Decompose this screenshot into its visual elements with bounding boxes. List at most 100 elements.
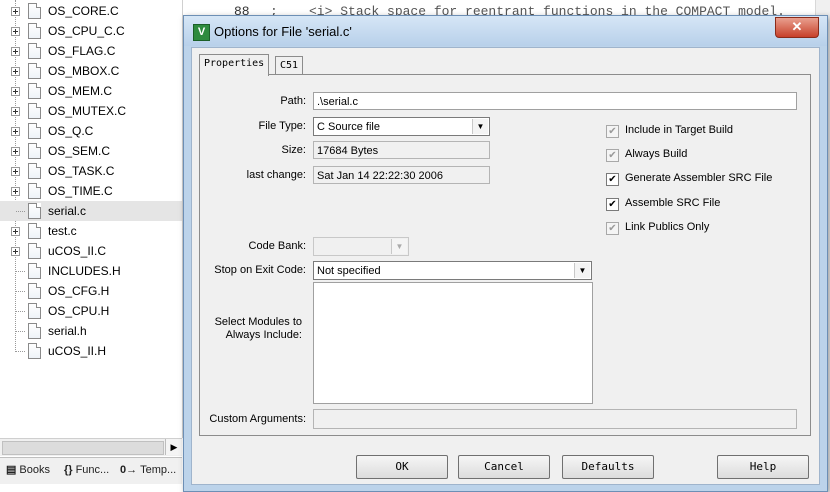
path-label: Path: xyxy=(280,95,306,107)
path-field[interactable]: .\serial.c xyxy=(313,92,797,110)
tree-item[interactable]: OS_FLAG.C xyxy=(0,41,182,61)
project-tab-books[interactable]: ▤ Books xyxy=(6,461,50,479)
file-icon xyxy=(28,143,41,159)
expand-plus-icon[interactable] xyxy=(11,187,20,196)
dropdown-arrow-icon[interactable]: ▼ xyxy=(574,263,590,278)
dropdown-arrow-icon: ▼ xyxy=(391,239,407,254)
checkbox-label: Assemble SRC File xyxy=(625,197,721,209)
expand-plus-icon[interactable] xyxy=(11,47,20,56)
tree-item[interactable]: OS_TIME.C xyxy=(0,181,182,201)
tree-item[interactable]: uCOS_II.C xyxy=(0,241,182,261)
tree-item[interactable]: test.c xyxy=(0,221,182,241)
ok-button[interactable]: OK xyxy=(356,455,448,479)
tree-item[interactable]: OS_Q.C xyxy=(0,121,182,141)
file-icon xyxy=(28,303,41,319)
tree-item[interactable]: OS_CPU_C.C xyxy=(0,21,182,41)
dialog-client: Properties C51 Path: .\serial.c File Typ… xyxy=(191,47,820,485)
tree-item[interactable]: OS_MEM.C xyxy=(0,81,182,101)
stop-on-exit-code-select[interactable]: Not specified ▼ xyxy=(313,261,592,280)
tree-item[interactable]: uCOS_II.H xyxy=(0,341,182,361)
cancel-button[interactable]: Cancel xyxy=(458,455,550,479)
expand-plus-icon[interactable] xyxy=(11,167,20,176)
tree-item[interactable]: OS_TASK.C xyxy=(0,161,182,181)
project-tab-func[interactable]: {} Func... xyxy=(64,461,109,479)
options-dialog: V Options for File 'serial.c' ✕ Properti… xyxy=(183,15,828,492)
tree-item-label: OS_MUTEX.C xyxy=(48,104,127,118)
tree-item[interactable]: serial.c xyxy=(0,201,182,221)
tree-item-label: OS_TIME.C xyxy=(48,184,113,198)
tree-item-label: OS_CPU_C.C xyxy=(48,24,125,38)
tree-item[interactable]: OS_MBOX.C xyxy=(0,61,182,81)
tree-item-label: INCLUDES.H xyxy=(48,264,121,278)
tab-c51[interactable]: C51 xyxy=(275,56,304,75)
stop-on-exit-code-value: Not specified xyxy=(317,265,381,277)
tree-connector-line xyxy=(16,271,25,272)
tree-item-label: uCOS_II.H xyxy=(48,344,107,358)
tab-properties[interactable]: Properties xyxy=(199,54,270,76)
tree-item-label: OS_CORE.C xyxy=(48,4,119,18)
dialog-titlebar[interactable]: V Options for File 'serial.c' ✕ xyxy=(184,16,827,46)
select-modules-listbox[interactable] xyxy=(313,282,593,404)
project-tree[interactable]: OS_CORE.C OS_CPU_C.C OS_FLAG.C OS_MBOX.C OS_… xyxy=(0,0,183,438)
expand-plus-icon[interactable] xyxy=(11,147,20,156)
close-button[interactable]: ✕ xyxy=(775,17,819,38)
scroll-right-arrow-icon[interactable]: ▶ xyxy=(165,439,182,455)
file-icon xyxy=(28,183,41,199)
tree-item[interactable]: serial.h xyxy=(0,321,182,341)
custom-arguments-label: Custom Arguments: xyxy=(209,413,306,425)
project-tab-label: Func... xyxy=(75,464,110,476)
expand-plus-icon[interactable] xyxy=(11,7,20,16)
checkmark-icon: ✔ xyxy=(606,173,619,186)
file-type-select[interactable]: C Source file ▼ xyxy=(313,117,490,136)
size-label: Size: xyxy=(281,144,306,156)
tree-item[interactable]: OS_CFG.H xyxy=(0,281,182,301)
expand-plus-icon[interactable] xyxy=(11,107,20,116)
tree-horizontal-scrollbar[interactable]: ▶ xyxy=(0,438,182,456)
tree-item[interactable]: OS_SEM.C xyxy=(0,141,182,161)
tree-connector-line xyxy=(16,211,25,212)
tree-item-label: serial.c xyxy=(48,204,87,218)
expand-plus-icon[interactable] xyxy=(11,67,20,76)
tree-item[interactable]: OS_MUTEX.C xyxy=(0,101,182,121)
file-icon xyxy=(28,3,41,19)
expand-plus-icon[interactable] xyxy=(11,127,20,136)
file-icon xyxy=(28,283,41,299)
tree-item-label: test.c xyxy=(48,224,77,238)
project-window-tabs: ▤ Books {} Func... 0→ Temp... xyxy=(0,457,182,484)
tree-connector-line xyxy=(16,351,25,352)
expand-plus-icon[interactable] xyxy=(11,247,20,256)
defaults-button[interactable]: Defaults xyxy=(562,455,654,479)
file-icon xyxy=(28,263,41,279)
checkmark-icon: ✔ xyxy=(606,149,619,162)
checkmark-icon: ✔ xyxy=(606,125,619,138)
tree-item-label: OS_SEM.C xyxy=(48,144,111,158)
tree-item-label: uCOS_II.C xyxy=(48,244,107,258)
tree-item-label: OS_Q.C xyxy=(48,124,94,138)
tree-connector-line xyxy=(16,291,25,292)
project-tab-temp[interactable]: 0→ Temp... xyxy=(120,461,176,479)
file-icon xyxy=(28,63,41,79)
tree-item[interactable]: INCLUDES.H xyxy=(0,261,182,281)
expand-plus-icon[interactable] xyxy=(11,27,20,36)
scrollbar-thumb[interactable] xyxy=(2,441,164,455)
expand-plus-icon[interactable] xyxy=(11,227,20,236)
project-tab-label: Books xyxy=(19,464,50,476)
tree-item[interactable]: OS_CORE.C xyxy=(0,1,182,21)
stop-on-exit-code-label: Stop on Exit Code: xyxy=(214,264,306,276)
file-icon xyxy=(28,83,41,99)
help-button[interactable]: Help xyxy=(717,455,809,479)
file-type-value: C Source file xyxy=(317,121,380,133)
tree-item[interactable]: OS_CPU.H xyxy=(0,301,182,321)
tree-item-label: OS_FLAG.C xyxy=(48,44,116,58)
tree-item-label: OS_MEM.C xyxy=(48,84,113,98)
file-icon xyxy=(28,123,41,139)
code-bank-select: ▼ xyxy=(313,237,409,256)
dropdown-arrow-icon[interactable]: ▼ xyxy=(472,119,488,134)
properties-panel: Path: .\serial.c File Type: C Source fil… xyxy=(199,74,811,436)
file-type-label: File Type: xyxy=(258,120,307,132)
checkmark-icon: ✔ xyxy=(606,222,619,235)
checkbox-label: Always Build xyxy=(625,148,688,160)
expand-plus-icon[interactable] xyxy=(11,87,20,96)
books-icon: ▤ xyxy=(6,464,17,476)
tree-item-label: OS_CPU.H xyxy=(48,304,110,318)
